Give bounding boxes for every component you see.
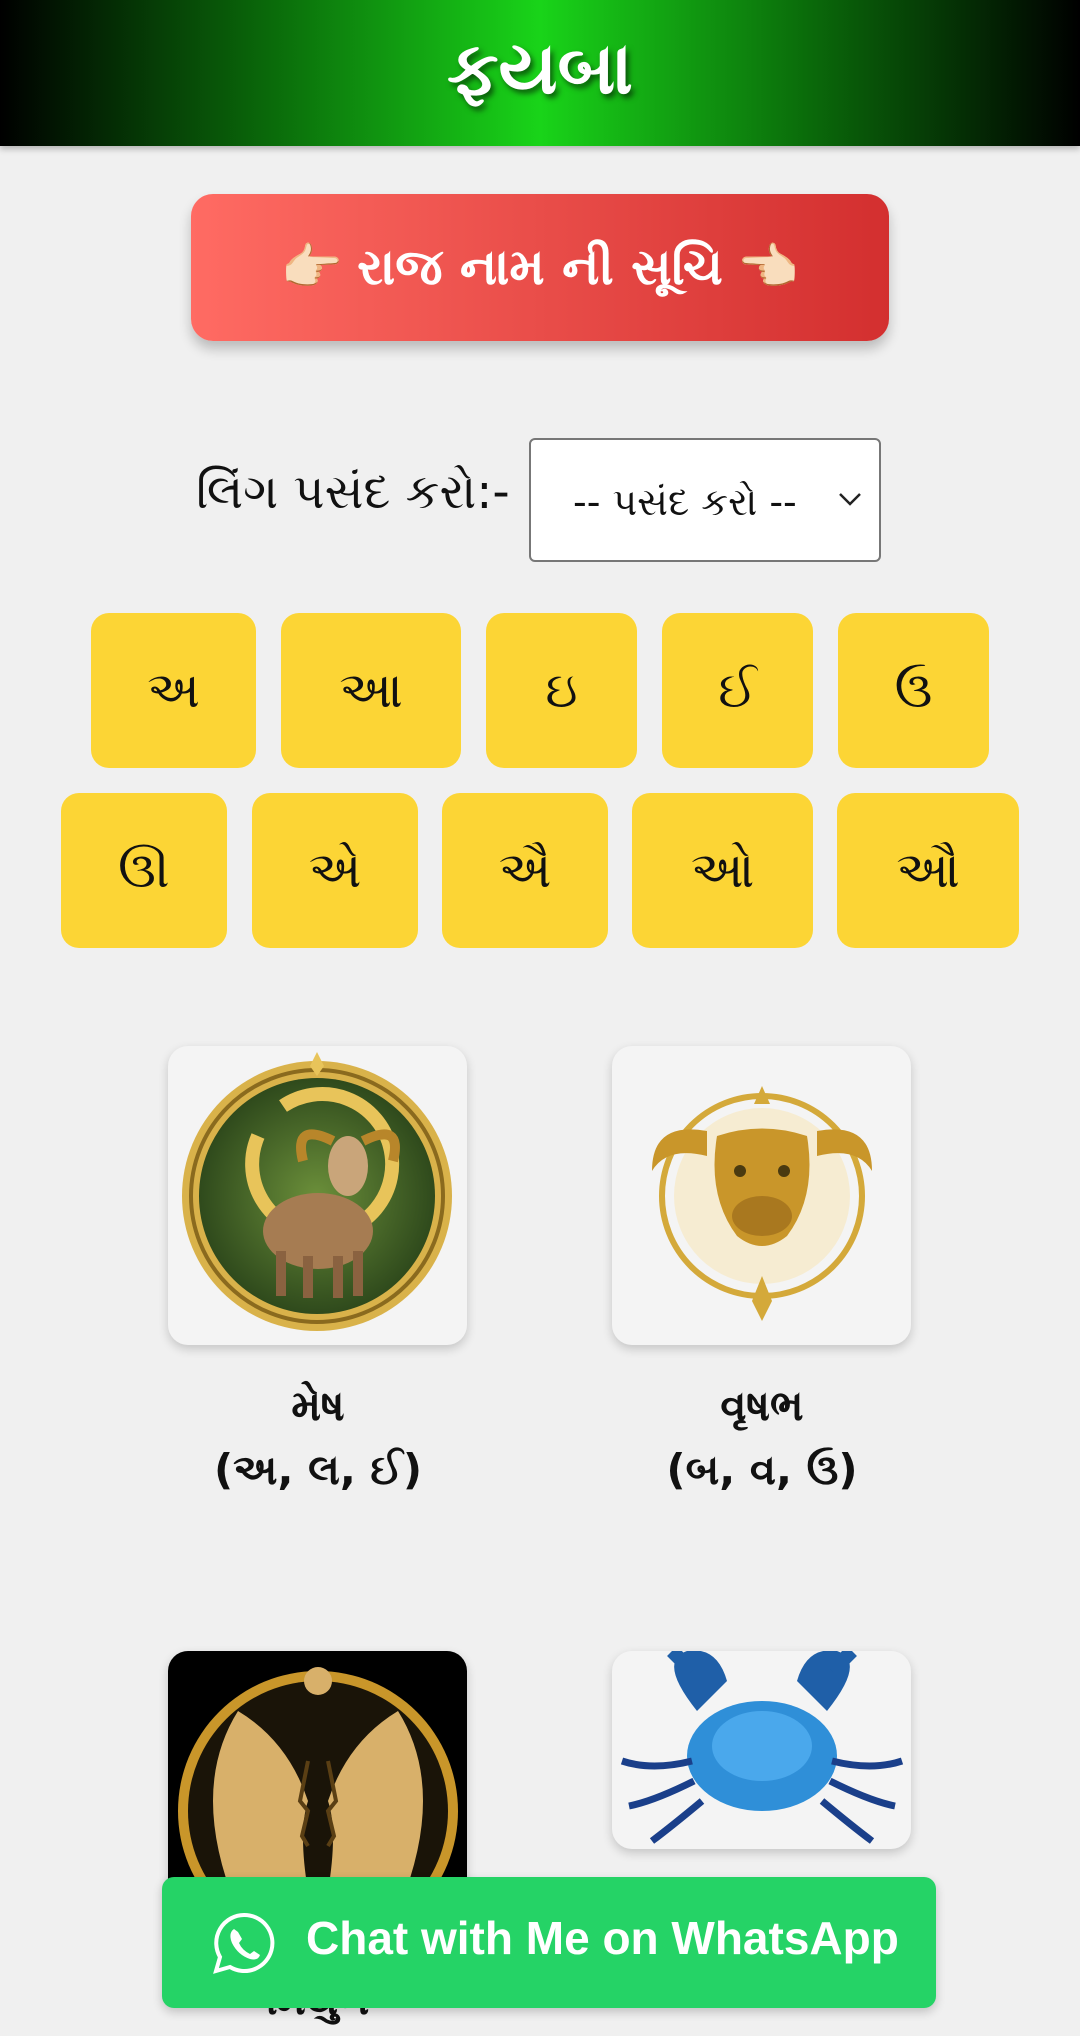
- sign-card-vrushabh[interactable]: [612, 1046, 911, 1345]
- sign-letters: (બ, વ, ઉ): [666, 1445, 858, 1494]
- letter-button[interactable]: અ: [91, 613, 256, 768]
- chevron-down-icon: [839, 493, 861, 506]
- app-title: ફયબા: [447, 26, 633, 110]
- letter-button[interactable]: ઊ: [61, 793, 227, 948]
- pointing-left-icon: 👈🏻: [736, 238, 800, 296]
- letter-button[interactable]: ઐ: [442, 793, 608, 948]
- letter-button[interactable]: ઇ: [486, 613, 637, 768]
- letter-button[interactable]: ઉ: [838, 613, 989, 768]
- letter-button[interactable]: ઈ: [662, 613, 813, 768]
- letter-button[interactable]: એ: [252, 793, 418, 948]
- gender-row: લિંગ પસંદ કરો:- -- પસંદ કરો --: [0, 438, 1080, 564]
- raj-name-list-label: રાજ નામ ની સૂચિ: [357, 238, 723, 296]
- pointing-right-icon: 👉🏻: [280, 238, 344, 296]
- whatsapp-chat-button[interactable]: Chat with Me on WhatsApp: [162, 1877, 936, 2008]
- letter-button[interactable]: ઓ: [632, 793, 813, 948]
- letter-button[interactable]: આ: [281, 613, 461, 768]
- sign-name-vrushabh: વૃષભ (બ, વ, ઉ): [582, 1374, 942, 1502]
- sign-title: વૃષભ: [720, 1381, 804, 1430]
- crab-icon: [620, 1651, 904, 1844]
- whatsapp-label: Chat with Me on WhatsApp: [306, 1912, 899, 1964]
- sign-title: મેષ: [291, 1381, 345, 1430]
- sign-name-mesh: મેષ (અ, લ, ઈ): [138, 1374, 498, 1502]
- whatsapp-icon: [213, 1912, 275, 1974]
- gender-select[interactable]: -- પસંદ કરો --: [529, 438, 881, 562]
- bull-icon: [652, 1086, 872, 1321]
- sign-card-mesh[interactable]: [168, 1046, 467, 1345]
- app-header: ફયબા: [0, 0, 1080, 146]
- ram-icon: [182, 1052, 452, 1331]
- letter-button[interactable]: ઔ: [837, 793, 1019, 948]
- gender-select-value: -- પસંદ કરો --: [573, 480, 797, 524]
- sign-letters: (અ, લ, ઈ): [213, 1445, 423, 1494]
- sign-card-karka[interactable]: [612, 1651, 911, 1849]
- raj-name-list-button[interactable]: 👉🏻 રાજ નામ ની સૂચિ 👈🏻: [191, 194, 889, 341]
- gender-label: લિંગ પસંદ કરો:-: [196, 464, 510, 520]
